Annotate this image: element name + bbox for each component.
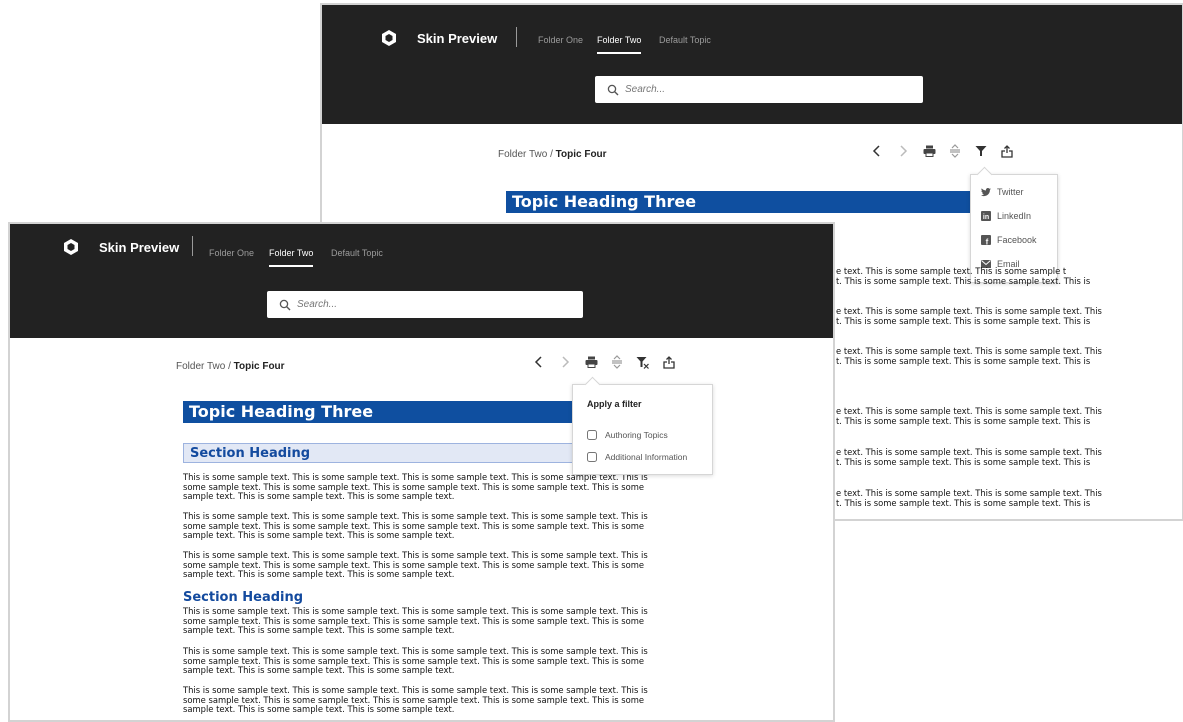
facebook-icon: f bbox=[981, 235, 991, 245]
share-icon[interactable] bbox=[662, 355, 676, 369]
search-input[interactable] bbox=[625, 84, 825, 95]
brand-title[interactable]: Skin Preview bbox=[417, 31, 497, 46]
paragraph: This is some sample text. This is some s… bbox=[183, 646, 648, 676]
brand-title[interactable]: Skin Preview bbox=[99, 240, 179, 255]
share-icon[interactable] bbox=[1000, 144, 1014, 158]
section-heading: Section Heading bbox=[183, 443, 575, 463]
brand-separator bbox=[516, 27, 517, 47]
svg-text:f: f bbox=[986, 238, 989, 246]
chevron-right-icon[interactable] bbox=[558, 355, 572, 369]
preview-window-filter: Skin Preview Folder One Folder Two Defau… bbox=[8, 222, 835, 722]
nav-folder-two[interactable]: Folder Two bbox=[269, 248, 314, 267]
nav-default-topic[interactable]: Default Topic bbox=[331, 248, 383, 258]
breadcrumb: Folder Two / Topic Four bbox=[176, 361, 285, 372]
nav-folder-one[interactable]: Folder One bbox=[209, 248, 254, 258]
paragraph: This is some sample text. This is some s… bbox=[183, 472, 648, 502]
filter-icon[interactable] bbox=[974, 144, 988, 158]
nav-folder-one[interactable]: Folder One bbox=[538, 35, 583, 45]
text-fragment: t. This is some sample text. This is som… bbox=[836, 416, 1091, 426]
logo-icon[interactable] bbox=[380, 29, 398, 47]
filter-menu: Apply a filter Authoring Topics Addition… bbox=[572, 384, 713, 475]
nav-default-topic[interactable]: Default Topic bbox=[659, 35, 711, 45]
breadcrumb: Folder Two / Topic Four bbox=[498, 149, 607, 160]
filter-option-additional[interactable]: Additional Information bbox=[587, 452, 687, 462]
expand-collapse-icon[interactable] bbox=[610, 355, 624, 369]
filter-checkbox[interactable] bbox=[587, 452, 597, 462]
chevron-left-icon[interactable] bbox=[870, 144, 884, 158]
paragraph: This is some sample text. This is some s… bbox=[183, 685, 648, 715]
text-fragment: t. This is some sample text. This is som… bbox=[836, 457, 1091, 467]
active-tab-underline bbox=[269, 265, 314, 267]
section-heading-plain: Section Heading bbox=[183, 590, 304, 605]
filter-checkbox[interactable] bbox=[587, 430, 597, 440]
search-input[interactable] bbox=[297, 299, 497, 310]
logo-icon[interactable] bbox=[62, 238, 80, 256]
linkedin-icon: in bbox=[981, 211, 991, 221]
text-fragment: t. This is some sample text. This is som… bbox=[836, 276, 1091, 286]
filter-option-authoring[interactable]: Authoring Topics bbox=[587, 430, 668, 440]
search-icon bbox=[279, 299, 291, 310]
paragraph: This is some sample text. This is some s… bbox=[183, 550, 648, 580]
nav-folder-two[interactable]: Folder Two bbox=[597, 35, 642, 54]
filter-active-icon[interactable] bbox=[636, 355, 650, 369]
share-facebook[interactable]: f Facebook bbox=[981, 235, 1037, 245]
search-bar[interactable] bbox=[267, 291, 583, 318]
breadcrumb-parent[interactable]: Folder Two bbox=[498, 149, 547, 160]
filter-menu-title: Apply a filter bbox=[587, 399, 642, 409]
top-navigation-bar: Skin Preview Folder One Folder Two Defau… bbox=[10, 224, 833, 338]
top-navigation-bar: Skin Preview Folder One Folder Two Defau… bbox=[322, 5, 1182, 124]
breadcrumb-parent[interactable]: Folder Two bbox=[176, 361, 225, 372]
search-bar[interactable] bbox=[595, 76, 923, 103]
paragraph: This is some sample text. This is some s… bbox=[183, 511, 648, 541]
paragraph: This is some sample text. This is some s… bbox=[183, 606, 648, 636]
chevron-right-icon[interactable] bbox=[896, 144, 910, 158]
text-fragment: t. This is some sample text. This is som… bbox=[836, 356, 1091, 366]
topic-toolbar bbox=[870, 144, 1026, 158]
search-icon bbox=[607, 84, 619, 95]
chevron-left-icon[interactable] bbox=[532, 355, 546, 369]
twitter-icon bbox=[981, 187, 991, 197]
text-fragment: t. This is some sample text. This is som… bbox=[836, 498, 1091, 508]
print-icon[interactable] bbox=[922, 144, 936, 158]
text-fragment: t. This is some sample text. This is som… bbox=[836, 316, 1091, 326]
breadcrumb-current: Topic Four bbox=[233, 361, 285, 372]
brand-separator bbox=[192, 236, 193, 256]
share-twitter[interactable]: Twitter bbox=[981, 187, 1024, 197]
topic-heading: Topic Heading Three bbox=[506, 191, 978, 213]
breadcrumb-current: Topic Four bbox=[555, 149, 607, 160]
share-linkedin[interactable]: in LinkedIn bbox=[981, 211, 1031, 221]
print-icon[interactable] bbox=[584, 355, 598, 369]
expand-collapse-icon[interactable] bbox=[948, 144, 962, 158]
active-tab-underline bbox=[597, 52, 642, 54]
svg-text:in: in bbox=[983, 214, 989, 221]
topic-toolbar bbox=[532, 355, 688, 369]
topic-heading: Topic Heading Three bbox=[183, 401, 575, 423]
